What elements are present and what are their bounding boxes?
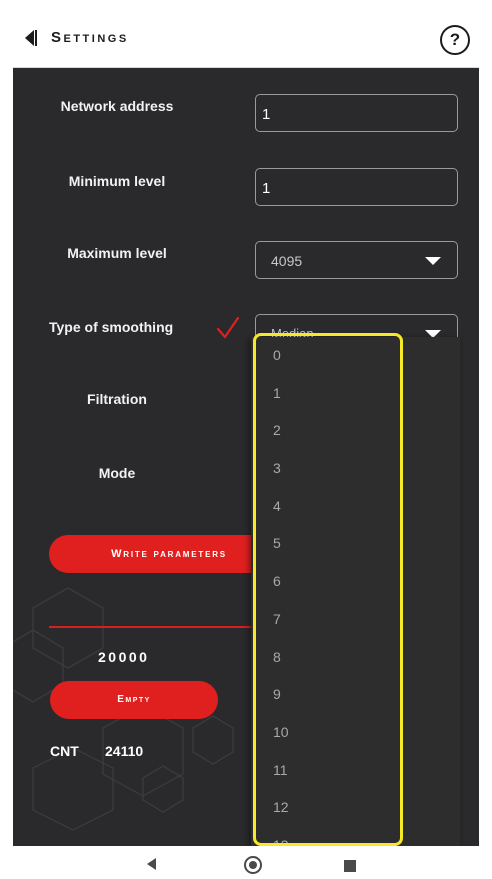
maximum-level-select[interactable]: 4095: [255, 241, 458, 279]
filtration-label: Filtration: [87, 391, 147, 407]
highlight-box: [253, 333, 403, 846]
empty-button[interactable]: Empty: [50, 681, 218, 719]
cnt-label: CNT: [50, 743, 79, 759]
system-nav-bar: [0, 846, 492, 879]
nav-recent-apps-icon[interactable]: [344, 860, 356, 872]
divider: [49, 626, 259, 628]
network-address-label: Network address: [60, 98, 174, 114]
minimum-level-field[interactable]: 1: [255, 168, 458, 206]
help-icon[interactable]: ?: [440, 25, 470, 55]
type-of-smoothing-label: Type of smoothing: [49, 319, 174, 335]
page-title: Settings: [51, 29, 129, 46]
count-value: 20000: [98, 649, 150, 665]
checkmark-icon: [216, 316, 240, 339]
nav-home-icon[interactable]: [244, 856, 262, 874]
network-address-field[interactable]: 1: [255, 94, 458, 132]
nav-back-icon[interactable]: [147, 858, 156, 870]
app-header: Settings ?: [13, 8, 479, 68]
minimum-level-label: Minimum level: [68, 173, 166, 189]
back-arrow-icon[interactable]: [25, 30, 37, 46]
settings-screen: Settings ? Network address 1 Minimum lev…: [13, 8, 479, 846]
chevron-down-icon: [425, 257, 441, 265]
maximum-level-value: 4095: [271, 253, 303, 269]
mode-label: Mode: [98, 465, 136, 481]
maximum-level-label: Maximum level: [67, 245, 167, 261]
cnt-value: 24110: [105, 743, 144, 759]
